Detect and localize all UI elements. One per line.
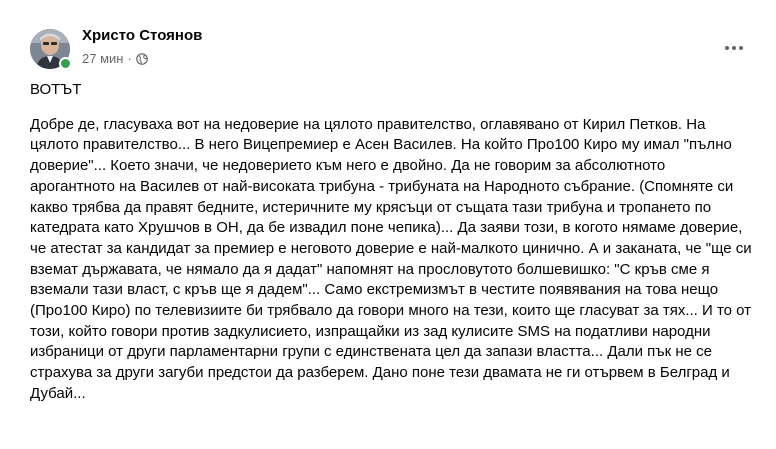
post-body-text: Добре де, гласуваха вот на недоверие на … (30, 115, 752, 402)
online-status-indicator (59, 57, 72, 70)
more-options-icon[interactable] (716, 34, 752, 62)
globe-icon (135, 52, 148, 65)
post-header: Христо Стоянов 27 мин · (0, 0, 776, 75)
meta-separator: · (127, 51, 132, 66)
post-timestamp[interactable]: 27 мин (82, 51, 123, 66)
author-name[interactable]: Христо Стоянов (82, 27, 202, 44)
post-meta: 27 мин · (82, 51, 148, 66)
author-avatar-container[interactable] (30, 29, 72, 70)
post-content: ВОТЪТ Добре де, гласуваха вот на недовер… (30, 80, 752, 405)
facebook-post: Христо Стоянов 27 мин · ВОТЪТ Добре де, … (0, 0, 776, 449)
post-headline: ВОТЪТ (30, 81, 82, 98)
